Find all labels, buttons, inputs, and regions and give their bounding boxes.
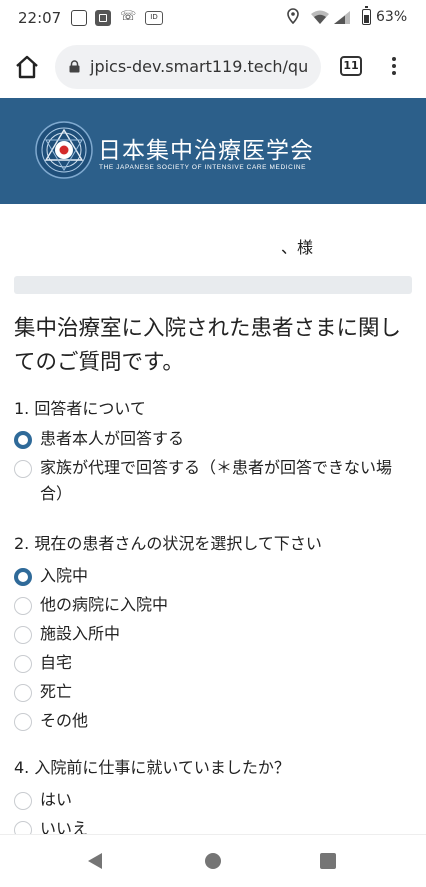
lock-icon: [69, 60, 80, 73]
browser-toolbar: jpics-dev.smart119.tech/qu 11: [0, 36, 426, 98]
radio-option[interactable]: その他: [14, 711, 88, 734]
option-label: その他: [40, 711, 89, 730]
option-label: 自宅: [40, 653, 73, 672]
question-title: 2. 現在の患者さんの状況を選択して下さい: [14, 534, 322, 553]
page-title: 集中治療室に入院された患者さまに関してのご質問です。: [14, 316, 402, 375]
radio-option[interactable]: 施設入所中: [14, 624, 120, 647]
option-label: はい: [40, 790, 73, 809]
app-icon: [71, 10, 87, 26]
question-title: 4. 入院前に仕事に就いていましたか？: [14, 758, 290, 777]
app-grid-icon: [95, 10, 111, 26]
status-time: 22:07: [18, 9, 62, 27]
radio-unchecked-icon[interactable]: [14, 713, 32, 731]
home-icon[interactable]: [14, 54, 40, 80]
radio-option[interactable]: 家族が代理で回答する（＊患者が回答できない場合）: [14, 458, 414, 507]
option-label: 施設入所中: [40, 624, 121, 643]
radio-option[interactable]: 入院中: [14, 566, 88, 589]
id-icon: ID: [145, 11, 163, 25]
radio-option[interactable]: 自宅: [14, 653, 72, 676]
radio-unchecked-icon[interactable]: [14, 626, 32, 644]
progress-bar: [14, 276, 412, 294]
question-title: 1. 回答者について: [14, 399, 146, 418]
option-label: 患者本人が回答する: [40, 429, 185, 448]
radio-checked-icon[interactable]: [14, 568, 32, 586]
radio-option[interactable]: 患者本人が回答する: [14, 429, 414, 452]
wifi-icon: [310, 9, 330, 29]
society-logo-icon: [35, 121, 93, 179]
url-text: jpics-dev.smart119.tech/qu: [90, 57, 309, 76]
option-label: 入院中: [40, 566, 89, 585]
radio-checked-icon[interactable]: [14, 431, 32, 449]
battery-percent: 63%: [376, 9, 408, 25]
location-icon: [287, 8, 299, 28]
radio-unchecked-icon[interactable]: [14, 792, 32, 810]
option-label: 他の病院に入院中: [40, 595, 169, 614]
radio-option[interactable]: 死亡: [14, 682, 72, 705]
radio-option[interactable]: はい: [14, 790, 72, 813]
battery-icon: [362, 6, 371, 25]
radio-unchecked-icon[interactable]: [14, 655, 32, 673]
recipient-name: 、様: [281, 238, 314, 257]
radio-option[interactable]: 他の病院に入院中: [14, 595, 168, 618]
radio-unchecked-icon[interactable]: [14, 597, 32, 615]
radio-unchecked-icon[interactable]: [14, 684, 32, 702]
address-bar[interactable]: jpics-dev.smart119.tech/qu: [55, 45, 321, 89]
more-menu-icon[interactable]: [388, 54, 400, 80]
wifi-call-icon: ☏: [120, 9, 137, 24]
option-label: 死亡: [40, 682, 73, 701]
recent-apps-icon[interactable]: [320, 853, 336, 869]
status-bar: 22:07 ☏ ID 63%: [0, 0, 426, 36]
signal-icon: [333, 10, 351, 29]
org-name: 日本集中治療医学会: [98, 138, 314, 164]
tab-switcher-button[interactable]: 11: [340, 56, 362, 76]
org-subtitle: THE JAPANESE SOCIETY OF INTENSIVE CARE M…: [99, 164, 307, 171]
back-icon[interactable]: [88, 853, 102, 869]
radio-unchecked-icon[interactable]: [14, 460, 32, 478]
option-label: 家族が代理で回答する（＊患者が回答できない場合）: [40, 458, 393, 503]
home-circle-icon[interactable]: [205, 853, 221, 869]
system-nav-bar: [0, 834, 426, 887]
